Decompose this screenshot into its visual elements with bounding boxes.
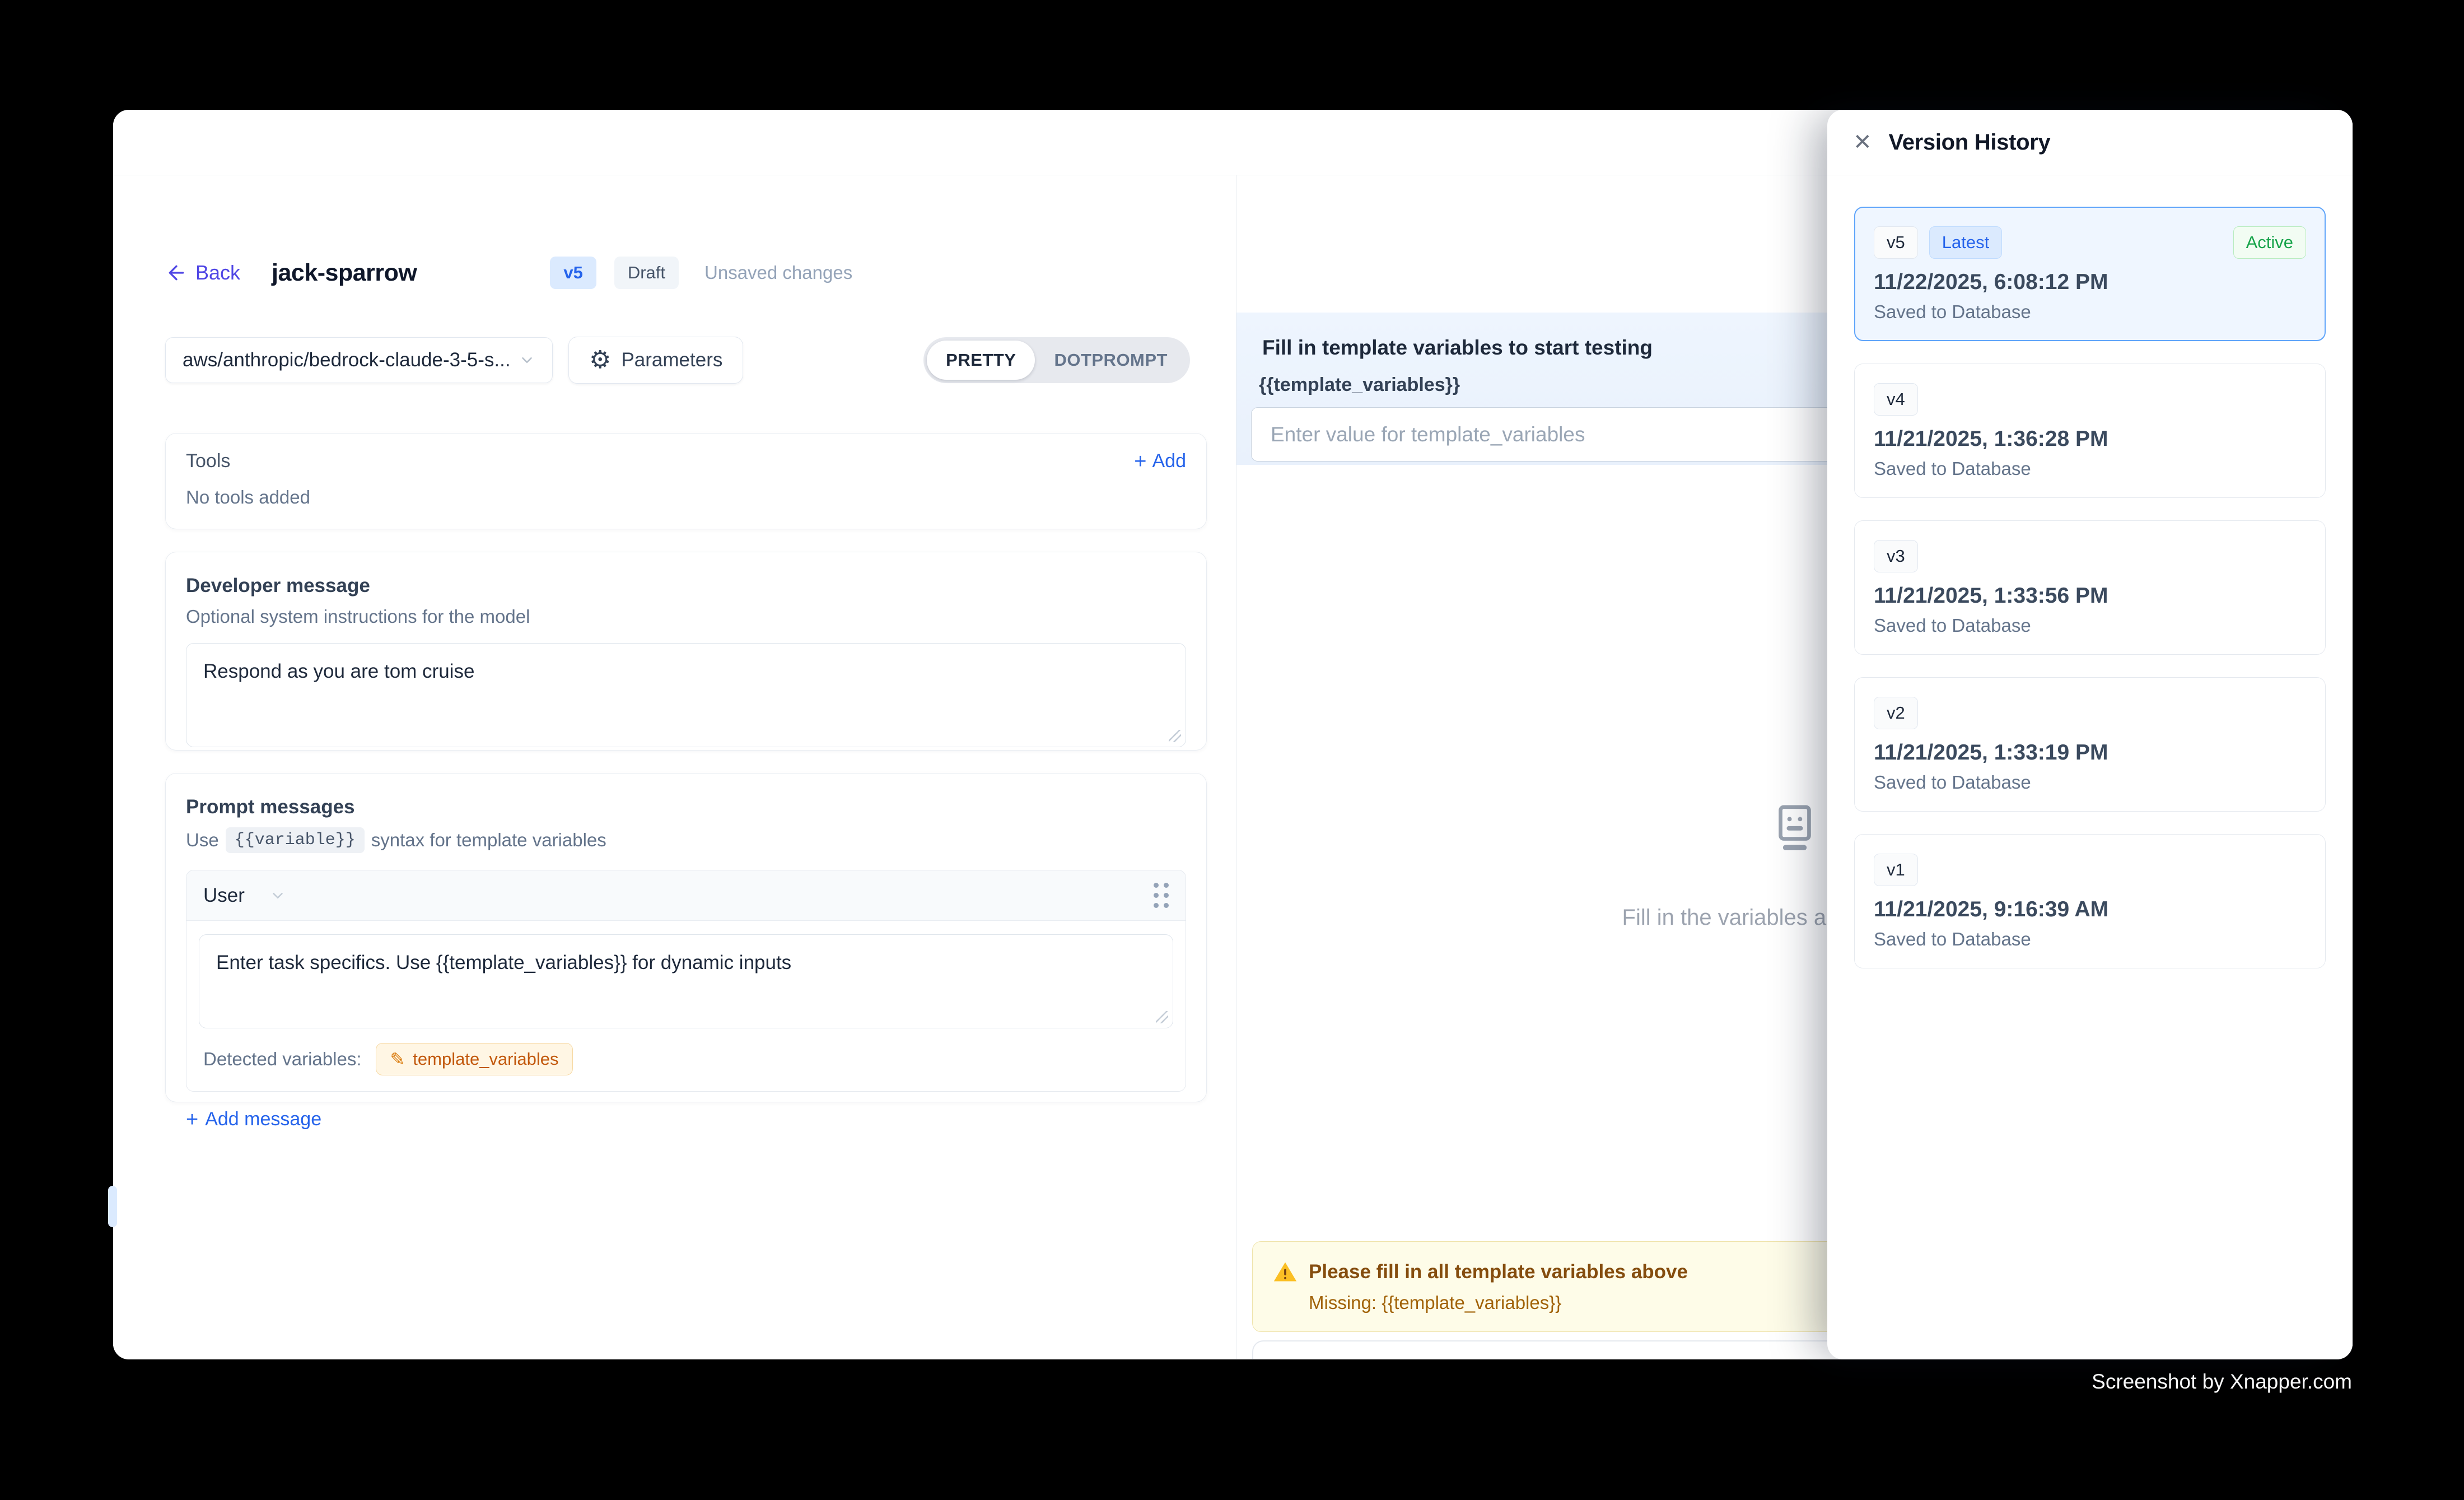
version-badge: v5 [550,257,596,289]
version-number-badge: v3 [1874,540,1918,572]
variable-syntax-chip: {{variable}} [226,827,365,853]
version-status: Saved to Database [1874,772,2306,793]
version-status: Saved to Database [1874,929,2306,950]
version-status: Saved to Database [1874,458,2306,479]
version-entry-card[interactable]: v4 11/21/2025, 1:36:28 PM Saved to Datab… [1854,364,2326,498]
version-status: Saved to Database [1874,615,2306,636]
tools-empty-text: No tools added [186,487,1186,508]
back-label: Back [195,261,240,285]
model-select-value: aws/anthropic/bedrock-claude-3-5-s... [183,349,519,371]
add-message-button[interactable]: + Add message [186,1108,321,1149]
prompt-messages-subtitle: Use {{variable}} syntax for template var… [186,827,1186,853]
prompt-editor-pane: Back jack-sparrow v5 Draft Unsaved chang… [113,175,1236,1359]
version-entry-card[interactable]: v5 Latest Active 11/22/2025, 6:08:12 PM … [1854,207,2326,341]
tools-card: Tools + Add No tools added [165,433,1207,529]
plus-icon: + [186,1109,198,1130]
version-status: Saved to Database [1874,301,2306,323]
format-toggle-dotprompt[interactable]: DOTPROMPT [1035,341,1187,380]
template-variable-chip-label: template_variables [413,1049,558,1069]
add-tool-label: Add [1152,450,1187,472]
parameters-label: Parameters [621,349,722,371]
developer-message-subtitle: Optional system instructions for the mod… [186,606,1186,627]
add-tool-button[interactable]: + Add [1134,450,1186,472]
add-message-label: Add message [205,1108,321,1130]
version-history-header: ✕ Version History [1827,110,2353,175]
version-entry-card[interactable]: v3 11/21/2025, 1:33:56 PM Saved to Datab… [1854,520,2326,655]
version-history-title: Version History [1889,130,2051,155]
subtitle-suffix: syntax for template variables [371,830,606,851]
version-number-badge: v1 [1874,854,1918,886]
format-toggle: PRETTY DOTPROMPT [923,337,1190,383]
model-select[interactable]: aws/anthropic/bedrock-claude-3-5-s... [165,337,553,383]
subtitle-prefix: Use [186,830,219,851]
active-badge: Active [2233,226,2306,259]
version-timestamp: 11/21/2025, 1:33:56 PM [1874,584,2306,608]
model-toolbar: aws/anthropic/bedrock-claude-3-5-s... ⚙ … [165,337,1207,384]
close-icon[interactable]: ✕ [1853,131,1872,153]
developer-message-card: Developer message Optional system instru… [165,552,1207,751]
arrow-left-icon [165,262,188,284]
message-header: User [186,870,1186,921]
unsaved-changes-label: Unsaved changes [704,262,852,283]
page-title: jack-sparrow [272,259,417,287]
prompt-messages-title: Prompt messages [186,796,1186,818]
title-row: Back jack-sparrow v5 Draft Unsaved chang… [165,255,1207,291]
version-timestamp: 11/21/2025, 1:33:19 PM [1874,740,2306,765]
chevron-down-icon [269,887,286,904]
message-role-value: User [203,884,245,907]
template-variable-chip[interactable]: ✎ template_variables [376,1043,572,1075]
version-timestamp: 11/21/2025, 1:36:28 PM [1874,427,2306,451]
detected-variables-label: Detected variables: [203,1049,361,1070]
pencil-icon: ✎ [390,1050,405,1068]
chevron-down-icon [519,352,535,369]
version-timestamp: 11/21/2025, 9:16:39 AM [1874,897,2306,922]
message-textarea[interactable]: Enter task specifics. Use {{template_var… [199,934,1173,1028]
chat-input[interactable] [1252,1340,1902,1359]
version-timestamp: 11/22/2025, 6:08:12 PM [1874,270,2306,295]
back-button[interactable]: Back [165,261,240,285]
plus-icon: + [1134,451,1146,472]
version-entry-card[interactable]: v1 11/21/2025, 9:16:39 AM Saved to Datab… [1854,834,2326,968]
parameters-button[interactable]: ⚙ Parameters [568,337,743,384]
developer-message-textarea[interactable]: Respond as you are tom cruise [186,643,1186,747]
gear-icon: ⚙ [589,348,611,372]
version-number-badge: v4 [1874,383,1918,416]
drag-handle-icon[interactable] [1154,883,1169,908]
detected-variables-row: Detected variables: ✎ template_variables [199,1028,1173,1091]
watermark: Screenshot by Xnapper.com [2092,1370,2352,1394]
warning-missing-text: Missing: {{template_variables}} [1309,1292,1881,1313]
version-history-list: v5 Latest Active 11/22/2025, 6:08:12 PM … [1827,175,2353,1000]
message-role-select[interactable]: User [203,884,286,907]
bot-face-icon [1768,802,1821,854]
version-entry-card[interactable]: v2 11/21/2025, 1:33:19 PM Saved to Datab… [1854,677,2326,812]
developer-message-title: Developer message [186,575,1186,597]
version-history-panel: ✕ Version History v5 Latest Active 11/22… [1827,110,2353,1359]
message-block: User Enter task specifics. Use {{templat… [186,870,1186,1092]
version-number-badge: v5 [1874,226,1918,259]
warning-title: Please fill in all template variables ab… [1309,1261,1688,1283]
template-variable-input[interactable] [1251,407,1878,462]
tools-title: Tools [186,450,230,472]
draft-badge: Draft [614,257,679,289]
prompt-messages-card: Prompt messages Use {{variable}} syntax … [165,773,1207,1102]
warning-icon [1273,1260,1298,1284]
edge-notification-sliver [108,1186,117,1227]
format-toggle-pretty[interactable]: PRETTY [927,341,1035,380]
template-variables-warning: Please fill in all template variables ab… [1252,1241,1902,1332]
version-number-badge: v2 [1874,697,1918,729]
latest-badge: Latest [1929,226,2002,259]
